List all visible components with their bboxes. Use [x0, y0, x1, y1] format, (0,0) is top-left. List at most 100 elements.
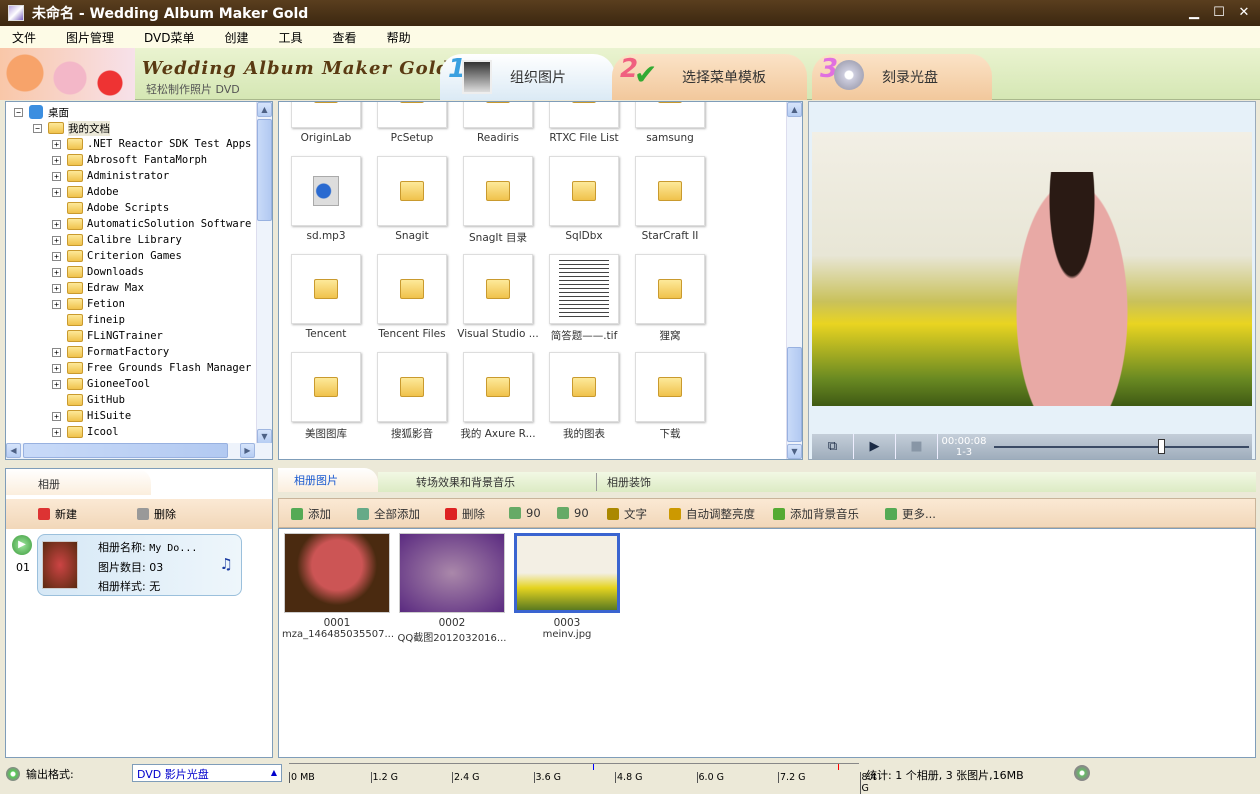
- files-vertical-scrollbar[interactable]: ▲ ▼: [786, 102, 802, 459]
- tab-album[interactable]: 相册: [6, 469, 151, 495]
- tree-node[interactable]: + HiSuite: [52, 408, 131, 424]
- file-item[interactable]: 我的图表: [541, 352, 627, 441]
- auto-brightness-button[interactable]: 自动调整亮度: [669, 506, 755, 522]
- file-item[interactable]: Tencent: [283, 254, 369, 340]
- tree-vertical-scrollbar[interactable]: ▲ ▼: [256, 102, 272, 444]
- tree-node[interactable]: FLiNGTrainer: [52, 328, 163, 344]
- tab-album-pictures[interactable]: 相册图片: [278, 468, 378, 492]
- file-item[interactable]: 狸窝: [627, 254, 713, 343]
- file-item[interactable]: PcSetup: [369, 102, 455, 144]
- folder-tree[interactable]: − 桌面 − 我的文档 + .NET Reactor SDK Test Apps + Ab…: [5, 101, 273, 460]
- menu-file[interactable]: 文件: [12, 29, 36, 46]
- stop-button[interactable]: ■: [896, 434, 938, 459]
- tree-node[interactable]: fineip: [52, 312, 125, 328]
- menu-help[interactable]: 帮助: [387, 29, 411, 46]
- tab-transitions-music[interactable]: 转场效果和背景音乐: [416, 470, 515, 494]
- delete-album-button[interactable]: 删除: [137, 506, 176, 522]
- tree-node[interactable]: + Icool: [52, 424, 119, 440]
- tree-node[interactable]: + Adobe: [52, 184, 119, 200]
- expand-icon[interactable]: +: [52, 219, 61, 229]
- scroll-thumb[interactable]: [23, 443, 228, 458]
- play-button[interactable]: ▶: [854, 434, 896, 459]
- file-item[interactable]: Readiris: [455, 102, 541, 144]
- scroll-thumb[interactable]: [787, 347, 802, 442]
- file-item[interactable]: SnagIt 目录: [455, 156, 541, 245]
- close-button[interactable]: ✕: [1236, 5, 1252, 21]
- scroll-left-button[interactable]: ◀: [6, 443, 21, 458]
- file-item[interactable]: Snagit: [369, 156, 455, 242]
- new-album-button[interactable]: 新建: [38, 506, 77, 522]
- text-button[interactable]: 文字: [607, 506, 647, 522]
- add-music-button[interactable]: 添加背景音乐: [773, 506, 859, 522]
- delete-button[interactable]: 删除: [445, 506, 485, 522]
- more-button[interactable]: 更多...: [885, 506, 936, 522]
- scroll-up-button[interactable]: ▲: [257, 102, 272, 117]
- scroll-down-button[interactable]: ▼: [257, 429, 272, 444]
- tree-node[interactable]: + Edraw Max: [52, 280, 144, 296]
- burn-icon[interactable]: [1074, 765, 1090, 781]
- menu-pictures[interactable]: 图片管理: [66, 29, 114, 46]
- expand-icon[interactable]: +: [52, 235, 61, 245]
- picture-item[interactable]: 0001 mza_146485035507...: [282, 533, 394, 640]
- tree-node[interactable]: + AutomaticSolution Software: [52, 216, 251, 232]
- expand-icon[interactable]: +: [52, 139, 61, 149]
- picture-item[interactable]: 0002 QQ截图2012032016...: [397, 533, 507, 644]
- menu-tools[interactable]: 工具: [279, 29, 303, 46]
- menu-view[interactable]: 查看: [333, 29, 357, 46]
- file-item[interactable]: 美图图库: [283, 352, 369, 441]
- file-item[interactable]: samsung: [627, 102, 713, 144]
- file-item[interactable]: SqlDbx: [541, 156, 627, 242]
- tree-node[interactable]: + Criterion Games: [52, 248, 182, 264]
- file-item[interactable]: StarCraft II: [627, 156, 713, 242]
- scroll-thumb[interactable]: [257, 119, 272, 221]
- tree-node[interactable]: + Fetion: [52, 296, 125, 312]
- file-item[interactable]: 下载: [627, 352, 713, 441]
- rotate-left-button[interactable]: 90: [509, 506, 541, 520]
- menu-dvd[interactable]: DVD菜单: [144, 29, 194, 46]
- tree-horizontal-scrollbar[interactable]: ◀ ▶: [6, 443, 272, 459]
- expand-icon[interactable]: +: [52, 411, 61, 421]
- seek-thumb[interactable]: [1157, 439, 1165, 454]
- file-item[interactable]: sd.mp3: [283, 156, 369, 242]
- scroll-down-button[interactable]: ▼: [787, 444, 802, 459]
- tree-node[interactable]: + Calibre Library: [52, 232, 182, 248]
- expand-icon[interactable]: +: [52, 379, 61, 389]
- tree-node[interactable]: Adobe Scripts: [52, 200, 169, 216]
- expand-icon[interactable]: +: [52, 251, 61, 261]
- expand-icon[interactable]: +: [52, 267, 61, 277]
- expand-icon[interactable]: +: [52, 363, 61, 373]
- step-burn[interactable]: 3 刻录光盘: [812, 54, 992, 100]
- file-item[interactable]: OriginLab: [283, 102, 369, 144]
- file-item[interactable]: 我的 Axure R...: [455, 352, 541, 441]
- expand-icon[interactable]: +: [52, 171, 61, 181]
- tree-node[interactable]: + GioneeTool: [52, 376, 150, 392]
- scroll-right-button[interactable]: ▶: [240, 443, 255, 458]
- expand-icon[interactable]: +: [52, 155, 61, 165]
- file-item[interactable]: 简答题——.tif: [541, 254, 627, 343]
- tree-node[interactable]: + Abrosoft FantaMorph: [52, 152, 207, 168]
- preview-mode-button[interactable]: ⧉: [812, 434, 854, 459]
- scroll-up-button[interactable]: ▲: [787, 102, 802, 117]
- file-item[interactable]: 搜狐影音: [369, 352, 455, 441]
- maximize-button[interactable]: ☐: [1211, 5, 1227, 21]
- tree-node[interactable]: + Administrator: [52, 168, 169, 184]
- expand-icon[interactable]: +: [52, 299, 61, 309]
- tree-node[interactable]: + .NET Reactor SDK Test Apps: [52, 136, 251, 152]
- picture-item[interactable]: 0003 meinv.jpg: [512, 533, 622, 640]
- file-item[interactable]: Tencent Files: [369, 254, 455, 340]
- menu-create[interactable]: 创建: [225, 29, 249, 46]
- expand-icon[interactable]: +: [52, 187, 61, 197]
- step-organize[interactable]: 1 组织图片: [440, 54, 615, 100]
- tree-node[interactable]: + FormatFactory: [52, 344, 169, 360]
- album-pictures-list[interactable]: 0001 mza_146485035507... 0002 QQ截图201203201…: [278, 528, 1256, 758]
- expand-icon[interactable]: +: [52, 427, 61, 437]
- step-menu-template[interactable]: 2 ✔ 选择菜单模板: [612, 54, 807, 100]
- rotate-right-button[interactable]: 90: [557, 506, 589, 520]
- tree-node[interactable]: + Free Grounds Flash Manager 3: [52, 360, 264, 376]
- tree-node-my-documents[interactable]: − 我的文档: [33, 120, 110, 136]
- play-album-icon[interactable]: ▶: [12, 535, 32, 555]
- album-card[interactable]: 相册名称: My Do... 图片数目: 03 相册样式: 无 ♫: [37, 534, 242, 596]
- expand-icon[interactable]: +: [52, 283, 61, 293]
- file-browser[interactable]: OriginLab PcSetup Readiris RTXC File List sa…: [278, 101, 803, 460]
- tab-album-decoration[interactable]: 相册装饰: [596, 473, 651, 491]
